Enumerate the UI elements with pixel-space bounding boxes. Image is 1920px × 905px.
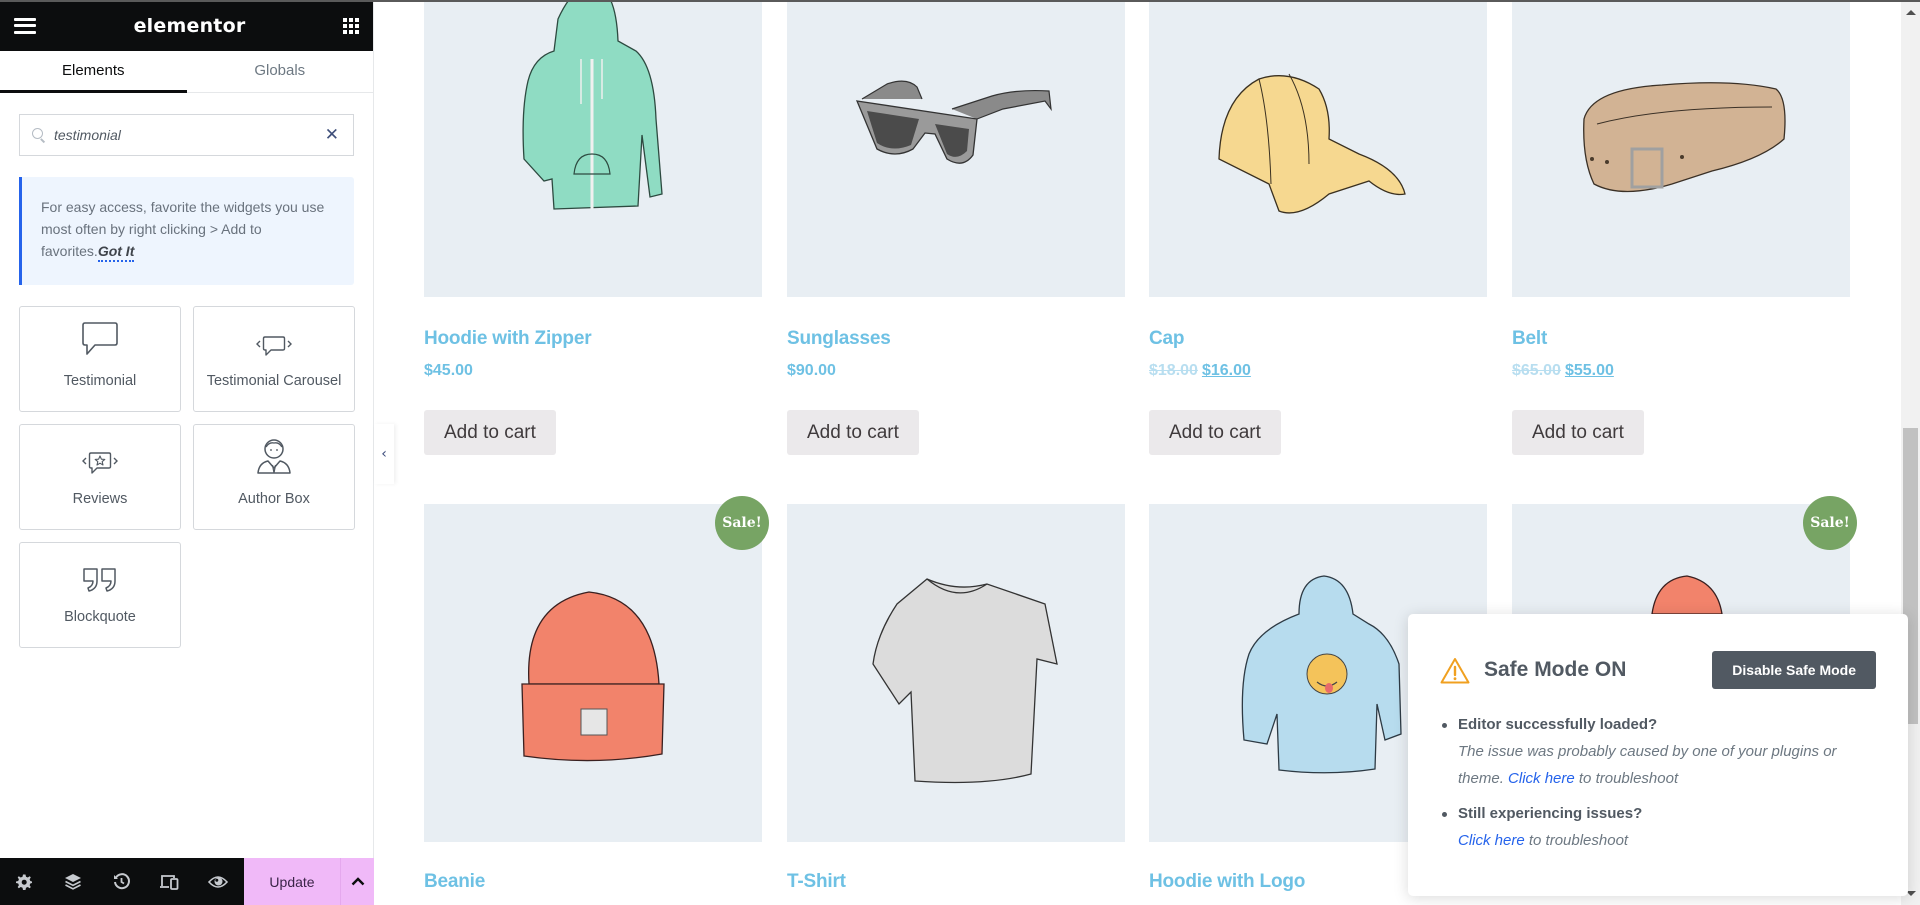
product-price: $45.00 xyxy=(424,362,473,379)
widget-label: Author Box xyxy=(238,491,310,507)
add-to-cart-button[interactable]: Add to cart xyxy=(1512,410,1644,455)
item-question: Editor successfully loaded? xyxy=(1458,716,1658,733)
history-button[interactable] xyxy=(97,858,146,905)
reviews-icon xyxy=(82,452,118,474)
beanie-illustration xyxy=(521,591,665,762)
favorites-notice: For easy access, favorite the widgets yo… xyxy=(19,177,354,285)
regular-price: $18.00 xyxy=(1149,362,1198,379)
widget-reviews[interactable]: Reviews xyxy=(19,424,181,530)
widget-label: Testimonial Carousel xyxy=(206,373,342,389)
scroll-up-arrow-icon[interactable] xyxy=(1906,10,1916,15)
elementor-logo: elementor xyxy=(133,14,246,37)
add-to-cart-button[interactable]: Add to cart xyxy=(1149,410,1281,455)
preview-eye-icon xyxy=(208,875,229,888)
product-title[interactable]: Cap xyxy=(1149,328,1184,350)
product-image[interactable]: Sale! xyxy=(1149,0,1487,297)
product-title[interactable]: Sunglasses xyxy=(787,328,891,350)
window-top-border xyxy=(0,0,1920,2)
sale-price: $55.00 xyxy=(1564,362,1614,379)
product-image[interactable] xyxy=(424,0,762,297)
navigator-layers-icon xyxy=(64,874,81,890)
safe-mode-popup: Safe Mode ON Disable Safe Mode Editor su… xyxy=(1408,614,1908,896)
warning-icon xyxy=(1440,657,1470,683)
troubleshoot-link[interactable]: Click here xyxy=(1458,832,1525,849)
sale-badge: Sale! xyxy=(1803,496,1857,550)
add-to-cart-button[interactable]: Add to cart xyxy=(424,410,556,455)
widget-label: Reviews xyxy=(72,491,128,507)
add-to-cart-button[interactable]: Add to cart xyxy=(787,410,919,455)
hoodie-zipper-illustration xyxy=(522,0,663,210)
widget-testimonial[interactable]: Testimonial xyxy=(19,306,181,412)
safe-mode-item: Editor successfully loaded? The issue wa… xyxy=(1442,711,1876,792)
product-title[interactable]: Hoodie with Logo xyxy=(1149,871,1305,893)
safe-mode-title: Safe Mode ON xyxy=(1484,658,1627,681)
item-question: Still experiencing issues? xyxy=(1458,805,1643,822)
testimonial-carousel-icon xyxy=(256,336,292,356)
tab-elements[interactable]: Elements xyxy=(0,51,187,93)
clear-search-icon[interactable]: ✕ xyxy=(325,125,339,145)
widget-label: Testimonial xyxy=(63,373,137,389)
panel-header: elementor xyxy=(0,0,373,51)
product-title[interactable]: Belt xyxy=(1512,328,1547,350)
product-price: $65.00 $55.00 xyxy=(1512,362,1614,380)
author-box-icon xyxy=(257,439,291,474)
preview-button[interactable] xyxy=(194,858,243,905)
product-image[interactable]: Sale! xyxy=(424,496,769,842)
elementor-panel: elementor Elements Globals ✕ For easy ac… xyxy=(0,0,374,905)
troubleshoot-link[interactable]: Click here xyxy=(1508,770,1575,787)
widget-blockquote[interactable]: Blockquote xyxy=(19,542,181,648)
safe-mode-item: Still experiencing issues? Click here to… xyxy=(1442,800,1876,854)
product-image[interactable]: Sale! xyxy=(1512,0,1850,297)
cap-illustration xyxy=(1218,73,1406,214)
notice-text: For easy access, favorite the widgets yo… xyxy=(41,199,325,259)
product-title[interactable]: Beanie xyxy=(424,871,485,893)
blockquote-icon xyxy=(83,568,116,592)
menu-hamburger-icon[interactable] xyxy=(14,17,36,34)
product-price: $90.00 xyxy=(787,362,836,379)
safe-mode-heading: Safe Mode ON xyxy=(1440,657,1626,684)
navigator-button[interactable] xyxy=(49,858,98,905)
product-price: $18.00 $16.00 xyxy=(1149,362,1251,380)
regular-price: $65.00 xyxy=(1512,362,1561,379)
history-icon xyxy=(113,873,130,890)
product-title[interactable]: T-Shirt xyxy=(787,871,846,893)
collapse-panel-button[interactable]: ‹ xyxy=(374,424,394,484)
product-title[interactable]: Hoodie with Zipper xyxy=(424,328,592,350)
settings-button[interactable] xyxy=(0,858,49,905)
widget-testimonial-carousel[interactable]: Testimonial Carousel xyxy=(193,306,355,412)
disable-safe-mode-button[interactable]: Disable Safe Mode xyxy=(1712,651,1876,689)
widget-search-input[interactable] xyxy=(54,127,325,143)
tab-globals[interactable]: Globals xyxy=(187,51,374,92)
product-image[interactable] xyxy=(787,0,1125,297)
widgets-grid-icon[interactable] xyxy=(343,17,359,34)
panel-tabs: Elements Globals xyxy=(0,51,373,93)
widget-grid: Testimonial Testimonial Carousel Reviews… xyxy=(0,285,373,648)
chevron-up-icon xyxy=(351,877,364,886)
belt-illustration xyxy=(1583,82,1786,193)
sale-price: $16.00 xyxy=(1201,362,1251,379)
sunglasses-illustration xyxy=(855,80,1052,164)
sale-badge: Sale! xyxy=(715,496,769,550)
responsive-mode-icon xyxy=(160,874,179,890)
testimonial-icon xyxy=(82,322,118,355)
search-icon xyxy=(32,128,46,142)
update-button[interactable]: Update xyxy=(244,858,341,905)
tshirt-illustration xyxy=(872,578,1058,784)
settings-icon xyxy=(16,874,33,890)
got-it-link[interactable]: Got It xyxy=(97,243,135,262)
save-options-button[interactable] xyxy=(341,858,374,905)
widget-label: Blockquote xyxy=(64,609,136,625)
product-image[interactable] xyxy=(787,504,1125,842)
widget-author-box[interactable]: Author Box xyxy=(193,424,355,530)
panel-footer: Update xyxy=(0,858,374,905)
chevron-left-icon: ‹ xyxy=(381,446,387,462)
responsive-mode-button[interactable] xyxy=(146,858,195,905)
safe-mode-list: Editor successfully loaded? The issue wa… xyxy=(1440,711,1876,854)
widget-search-field: ✕ xyxy=(19,114,354,156)
